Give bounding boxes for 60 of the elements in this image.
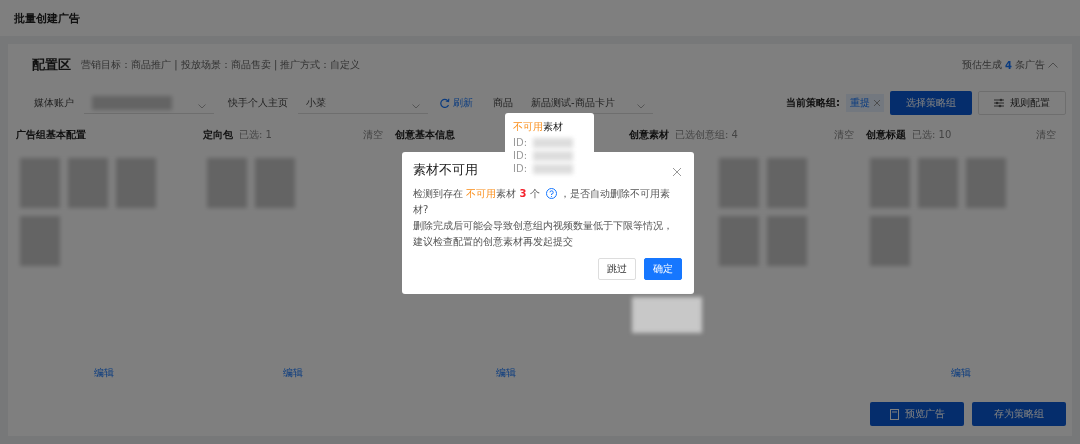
rules-button[interactable]: 规则配置 (978, 91, 1066, 115)
edit-link[interactable]: 编辑 (89, 362, 118, 384)
section-title: 配置区 (32, 56, 71, 74)
column-title: 创意基本信息 (395, 128, 455, 142)
field-label: 快手个人主页 (228, 96, 288, 110)
dialog-title: 素材不可用 (413, 161, 478, 179)
column-title: 定向包 (203, 128, 233, 142)
collapse-icon (1048, 62, 1058, 68)
tooltip-title: 不可用素材 (513, 120, 564, 134)
strategy-label: 当前策略组: (786, 96, 840, 110)
id-label: ID: (513, 150, 528, 161)
blurred-block (918, 158, 958, 208)
blurred-block (870, 216, 910, 266)
edit-link[interactable]: 编辑 (947, 362, 975, 384)
select-field[interactable]: 小菜 (298, 92, 428, 114)
page-title: 批量创建广告 (14, 10, 80, 26)
field-label: 媒体账户 (34, 96, 74, 110)
document-icon (889, 408, 899, 420)
id-label: ID: (513, 163, 528, 174)
column-title: 创意素材 (629, 128, 669, 142)
preview-button[interactable]: 预览广告 (870, 402, 964, 426)
blurred-block (632, 297, 702, 333)
blurred-value (533, 163, 574, 174)
edit-link[interactable]: 编辑 (492, 362, 520, 384)
column-title: 创意标题 (866, 128, 906, 142)
dialog-message: 检测到存在 不可用素材 3 个 ，是否自动删除不可用素材? (413, 187, 671, 217)
blurred-block (966, 158, 1006, 208)
blurred-block (68, 158, 108, 208)
tag-text: 重提 (850, 96, 870, 110)
blurred-block (719, 158, 759, 208)
save-strategy-button[interactable]: 存为策略组 (972, 402, 1066, 426)
refresh-icon (440, 98, 450, 108)
blurred-value (533, 137, 574, 148)
column-title: 广告组基本配置 (16, 128, 86, 142)
close-icon[interactable] (672, 165, 682, 175)
remove-icon (874, 100, 880, 106)
blurred-block (870, 158, 910, 208)
refresh-button[interactable]: 刷新 (434, 96, 479, 110)
blurred-block (255, 158, 295, 208)
id-label: ID: (513, 137, 528, 148)
blurred-block (207, 158, 247, 208)
sliders-icon (994, 98, 1004, 108)
blurred-value (533, 150, 574, 161)
edit-link[interactable]: 编辑 (279, 362, 307, 384)
blurred-block (20, 216, 60, 266)
estimate-count: 4 (1005, 59, 1012, 71)
blurred-block (767, 216, 807, 266)
confirm-button[interactable]: 确定 (644, 258, 682, 280)
config-summary: 营销目标：商品推广 | 投放场景：商品售卖 | 推广方式：自定义 (81, 58, 362, 72)
dialog-note: 删除完成后可能会导致创意组内视频数量低于下限等情况，建议检查配置的创意素材再发起提交 (413, 219, 674, 249)
blurred-block (767, 158, 807, 208)
blurred-block (20, 158, 60, 208)
estimate-label: 预估生成 (962, 58, 1003, 72)
skip-button[interactable]: 跳过 (598, 258, 636, 280)
blurred-block (719, 216, 759, 266)
help-icon (545, 188, 557, 199)
estimate-label: 条广告 (1015, 58, 1045, 72)
select-strategy-button[interactable]: 选择策略组 (890, 91, 972, 115)
field-label: 商品 (493, 96, 513, 110)
blurred-block (116, 158, 156, 208)
